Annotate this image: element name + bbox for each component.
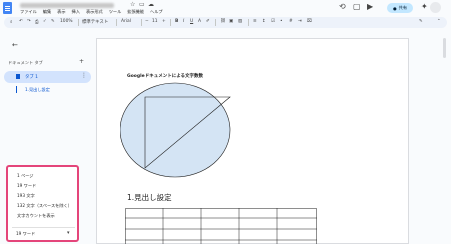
lock-icon: ●	[392, 5, 397, 11]
numbered-list-icon[interactable]: #	[289, 19, 293, 24]
font-size-decrease-icon[interactable]: −	[145, 19, 149, 24]
gemini-icon[interactable]: ✦	[421, 2, 428, 11]
word-count-pages: 1 ページ	[17, 173, 34, 178]
menu-edit[interactable]: 編集	[43, 9, 51, 15]
collapse-toolbar-icon[interactable]: ⌃	[437, 19, 441, 24]
word-count-selector-label: 19 ワード	[16, 231, 36, 236]
font-size-increase-icon[interactable]: +	[162, 19, 166, 24]
word-count-words: 19 ワード	[17, 183, 37, 188]
menu-extensions[interactable]: 拡張機能	[127, 9, 144, 15]
text-color-icon[interactable]: A	[198, 19, 201, 24]
zoom-select[interactable]: 100%	[60, 19, 73, 24]
toolbar-divider	[78, 19, 79, 26]
word-count-selector[interactable]: 19 ワード ▾	[12, 227, 75, 238]
meet-icon[interactable]: ▶	[367, 2, 373, 11]
folder-icon[interactable]: ▭	[139, 1, 145, 8]
outline-indicator	[16, 86, 17, 93]
comment-icon[interactable]: ▢	[353, 2, 361, 11]
word-count-chars: 193 文字	[17, 193, 35, 198]
document-tab-icon	[16, 74, 20, 79]
highlight-icon[interactable]: ✐	[206, 19, 210, 24]
star-icon[interactable]: ☆	[130, 1, 135, 8]
add-comment-icon[interactable]: ▣	[229, 19, 233, 24]
style-select[interactable]: 標準テキスト	[82, 19, 108, 25]
print-icon[interactable]: ⎙	[35, 19, 39, 25]
document-table[interactable]	[125, 208, 317, 244]
document-small-title: Googleドキュメントによる文字数数	[127, 74, 204, 79]
ellipse-drawing[interactable]	[120, 80, 250, 180]
cloud-icon[interactable]: ☁	[148, 1, 154, 8]
menu-tools[interactable]: ツール	[109, 9, 122, 15]
dropdown-arrow-icon: ▾	[67, 230, 70, 236]
bold-icon[interactable]: B	[175, 19, 178, 24]
toolbar-divider	[116, 19, 117, 26]
document-title-redacted[interactable]	[20, 3, 114, 8]
font-select[interactable]: Arial	[121, 19, 131, 24]
toolbar-divider	[248, 19, 249, 26]
word-count-panel: 1 ページ 19 ワード 193 文字 132 文字（スペースを除く） 文字カウ…	[6, 165, 79, 242]
bulleted-list-icon[interactable]: •	[280, 19, 283, 24]
editing-mode-icon[interactable]: ✎	[419, 19, 423, 24]
menu-format[interactable]: 表示形式	[86, 9, 103, 15]
toolbar-divider	[141, 19, 142, 26]
paint-format-icon[interactable]: ✎	[51, 19, 55, 24]
indent-icon[interactable]: ⇥	[298, 19, 302, 24]
scrollbar[interactable]	[443, 38, 446, 58]
show-word-count-option[interactable]: 文字カウントを表示	[17, 213, 55, 219]
menu-view[interactable]: 表示	[57, 9, 65, 15]
spellcheck-icon[interactable]: ✓	[43, 19, 47, 24]
search-menus-icon[interactable]: ⌕	[10, 19, 12, 25]
clear-format-icon[interactable]: ⌧	[307, 19, 312, 24]
history-icon[interactable]: ⟲	[339, 2, 346, 11]
toolbar-divider	[170, 19, 171, 26]
checklist-icon[interactable]: ☑	[271, 19, 275, 24]
font-size-input[interactable]: 11	[152, 19, 158, 24]
avatar[interactable]	[430, 2, 441, 13]
word-count-chars-no-space: 132 文字（スペースを除く）	[17, 203, 72, 208]
more-options-icon[interactable]: ⋮	[81, 72, 87, 79]
menu-bar: ファイル 編集 表示 挿入 表示形式 ツール 拡張機能 ヘルプ	[20, 9, 163, 15]
outline-item[interactable]: 1.見出し設定	[25, 87, 50, 93]
tab-label: タブ 1	[25, 75, 38, 80]
menu-insert[interactable]: 挿入	[72, 9, 80, 15]
align-icon[interactable]: ≡	[253, 19, 257, 24]
share-label: 共有	[398, 5, 408, 10]
toolbar-divider	[215, 19, 216, 26]
toolbar: ⌕ ↶ ↷ ⎙ ✓ ✎ 100% 標準テキスト Arial − 11 + B I…	[4, 17, 447, 28]
redo-icon[interactable]: ↷	[27, 19, 31, 24]
image-icon[interactable]: ▨	[238, 19, 242, 24]
italic-icon[interactable]: I	[183, 19, 184, 24]
undo-icon[interactable]: ↶	[19, 19, 23, 24]
menu-file[interactable]: ファイル	[20, 9, 37, 15]
back-arrow-icon[interactable]: ←	[12, 41, 18, 49]
docs-logo-icon[interactable]	[3, 2, 12, 14]
menu-help[interactable]: ヘルプ	[150, 9, 163, 15]
link-icon[interactable]: ⛓	[220, 19, 226, 24]
line-spacing-icon[interactable]: ↕	[262, 19, 266, 24]
tabs-heading: ドキュメント タブ	[8, 60, 43, 65]
document-heading: 1.見出し設定	[127, 193, 172, 202]
underline-icon[interactable]: U	[190, 19, 193, 24]
share-button[interactable]: ● 共有	[387, 3, 413, 13]
add-tab-button[interactable]: +	[79, 58, 84, 65]
